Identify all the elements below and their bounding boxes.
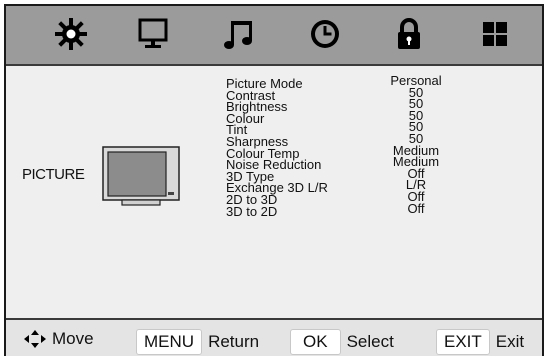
- ok-key[interactable]: OK: [290, 329, 341, 355]
- menu-label: Return: [208, 332, 260, 351]
- hint-move: Move: [24, 329, 94, 349]
- menu-title: PICTURE: [22, 166, 85, 183]
- tab-sound[interactable]: [218, 13, 260, 55]
- tab-screen[interactable]: [132, 13, 174, 55]
- lock-icon: [398, 18, 420, 49]
- monitor-icon: [138, 18, 168, 48]
- setting-values: Personal 50 50 50 50 50 Medium Medium Of…: [366, 74, 466, 216]
- tab-time[interactable]: [304, 13, 346, 55]
- music-note-icon: [224, 21, 252, 49]
- hint-menu: MENU Return: [136, 329, 259, 355]
- menu-key[interactable]: MENU: [136, 329, 203, 355]
- tab-lock[interactable]: [388, 13, 430, 55]
- tv-icon: [102, 146, 180, 206]
- menu-tab-bar: [6, 6, 542, 66]
- gear-icon: [55, 18, 87, 50]
- tv-osd-menu: PICTURE Picture Mode Contrast Brightness…: [4, 4, 544, 356]
- key-hint-bar: Move MENU Return OK Select EXIT Exit: [6, 318, 542, 356]
- value-3d-to-2d: Off: [407, 200, 425, 216]
- ok-label: Select: [346, 332, 394, 351]
- tab-picture[interactable]: [50, 13, 92, 55]
- tab-setup[interactable]: [474, 13, 516, 55]
- clock-icon: [311, 20, 339, 48]
- grid-icon: [483, 22, 507, 46]
- hint-ok: OK Select: [290, 329, 394, 355]
- exit-key[interactable]: EXIT: [436, 329, 490, 355]
- menu-content: PICTURE Picture Mode Contrast Brightness…: [6, 66, 542, 318]
- arrows-icon: [24, 330, 46, 348]
- hint-exit: EXIT Exit: [436, 329, 524, 355]
- exit-label: Exit: [495, 332, 525, 351]
- move-label: Move: [52, 329, 94, 348]
